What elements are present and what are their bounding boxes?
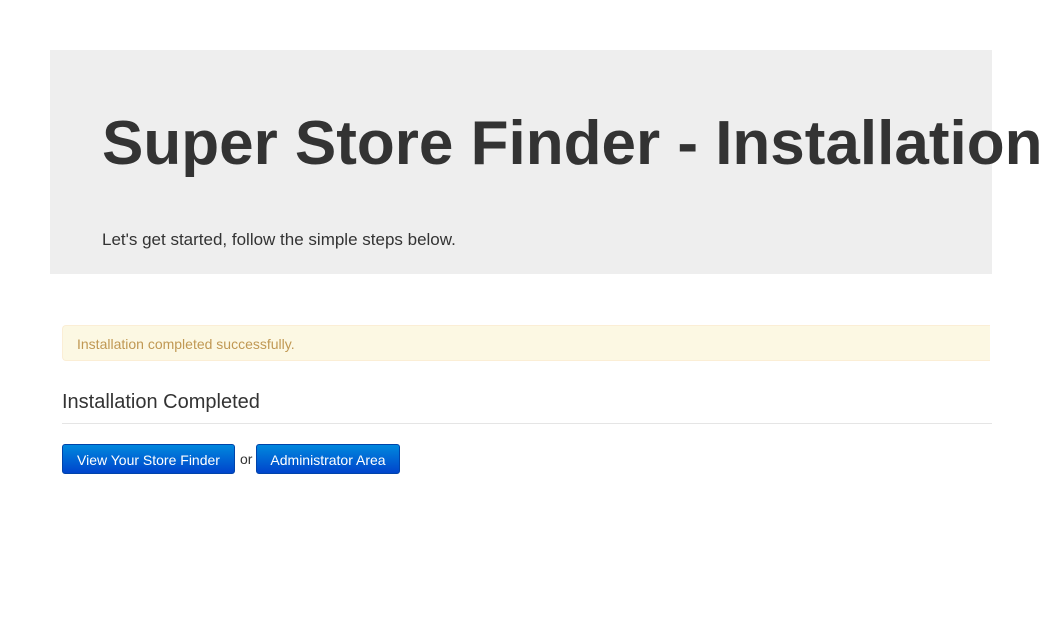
success-alert: Installation completed successfully. bbox=[62, 325, 990, 361]
page-subtitle: Let's get started, follow the simple ste… bbox=[102, 230, 456, 249]
divider bbox=[62, 423, 992, 424]
or-separator: or bbox=[240, 451, 253, 467]
page-title: Super Store Finder - Installation bbox=[102, 109, 1042, 178]
view-store-finder-button[interactable]: View Your Store Finder bbox=[62, 444, 235, 474]
administrator-area-button[interactable]: Administrator Area bbox=[256, 444, 400, 474]
section-title: Installation Completed bbox=[62, 391, 260, 413]
header-jumbotron: Super Store Finder - Installation Let's … bbox=[50, 50, 1042, 274]
